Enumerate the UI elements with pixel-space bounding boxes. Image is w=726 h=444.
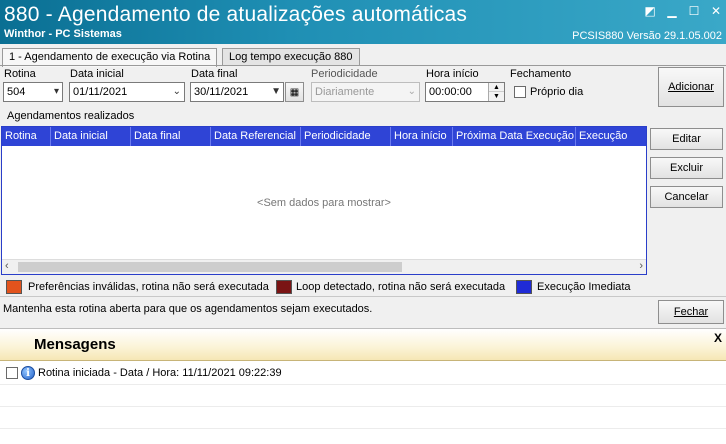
horizontal-scrollbar[interactable]: ‹ › (2, 259, 646, 274)
close-icon[interactable]: ✕ (708, 4, 724, 18)
chevron-down-icon[interactable]: ⌄ (173, 86, 181, 97)
column-header[interactable]: Rotina (2, 127, 51, 146)
messages-header: Mensagens X (0, 329, 726, 361)
data-final-value: 30/11/2021 (194, 86, 249, 98)
column-header[interactable]: Próxima Data Execução (453, 127, 576, 146)
column-header[interactable]: Data inicial (51, 127, 131, 146)
list-item[interactable]: i Rotina iniciada - Data / Hora: 11/11/2… (0, 363, 726, 385)
chevron-down-icon[interactable]: ▾ (54, 86, 59, 97)
editar-button[interactable]: Editar (650, 128, 723, 150)
chevron-down-icon: ⌄ (407, 86, 416, 97)
periodicidade-value: Diariamente (315, 86, 375, 98)
data-final-label: Data final (191, 68, 238, 80)
hora-inicio-value: 00:00:00 (429, 86, 472, 98)
proprio-dia-label: Próprio dia (530, 86, 584, 98)
fechamento-label: Fechamento (510, 68, 572, 80)
calendar-button[interactable]: ▦ (285, 82, 304, 102)
list-item (0, 385, 726, 407)
data-final-field[interactable]: 30/11/2021 ▼ (190, 82, 284, 102)
hora-spinner[interactable]: ▲ ▼ (488, 83, 504, 101)
column-header[interactable]: Data Referencial (211, 127, 301, 146)
rotina-label: Rotina (4, 68, 36, 80)
legend-label-preferencias: Preferências inválidas, rotina não será … (28, 281, 269, 293)
grid-header: Rotina Data inicial Data final Data Refe… (2, 127, 646, 146)
legend-swatch-loop (276, 280, 292, 294)
excluir-button[interactable]: Excluir (650, 157, 723, 179)
column-header[interactable]: Data final (131, 127, 211, 146)
info-icon: i (21, 366, 35, 380)
rotina-value: 504 (7, 86, 26, 98)
column-header[interactable]: Hora início (391, 127, 453, 146)
legend-label-execucao: Execução Imediata (537, 281, 631, 293)
scrollbar-thumb[interactable] (18, 262, 402, 272)
window-subtitle: Winthor - PC Sistemas (4, 28, 122, 40)
message-checkbox[interactable] (6, 367, 18, 379)
column-header[interactable]: Periodicidade (301, 127, 391, 146)
legend-swatch-preferencias (6, 280, 22, 294)
periodicidade-label: Periodicidade (311, 68, 378, 80)
calendar-icon: ▦ (289, 86, 300, 98)
status-message: Mantenha esta rotina aberta para que os … (3, 303, 373, 315)
message-text: Rotina iniciada - Data / Hora: 11/11/202… (38, 367, 282, 379)
tab-divider (0, 65, 726, 66)
scroll-left-icon[interactable]: ‹ (5, 260, 9, 272)
spin-up-icon[interactable]: ▲ (489, 83, 504, 92)
legend-label-loop: Loop detectado, rotina não será executad… (296, 281, 506, 293)
data-inicial-label: Data inicial (70, 68, 124, 80)
fechar-button[interactable]: Fechar (658, 300, 724, 324)
adicionar-button-label: Adicionar (668, 81, 714, 93)
rotina-select[interactable]: 504 ▾ (3, 82, 63, 102)
legend-swatch-execucao (516, 280, 532, 294)
scroll-right-icon[interactable]: › (639, 260, 643, 272)
proprio-dia-checkbox[interactable] (514, 86, 526, 98)
fechar-button-label: Fechar (673, 306, 709, 318)
adicionar-button[interactable]: Adicionar (658, 67, 724, 107)
column-header[interactable]: Execução (576, 127, 646, 146)
list-item (0, 429, 726, 444)
periodicidade-select: Diariamente ⌄ (311, 82, 420, 102)
spin-down-icon[interactable]: ▼ (489, 92, 504, 101)
maximize-icon[interactable]: ☐ (686, 4, 702, 18)
window-title: 880 - Agendamento de atualizações automá… (4, 3, 468, 26)
data-inicial-value: 01/11/2021 (73, 86, 128, 98)
hora-inicio-label: Hora início (426, 68, 479, 80)
window-controls: ◩ ▁ ☐ ✕ (642, 4, 724, 18)
data-inicial-field[interactable]: 01/11/2021 ⌄ (69, 82, 185, 102)
cancelar-button[interactable]: Cancelar (650, 186, 723, 208)
tab-log-tempo[interactable]: Log tempo execução 880 (222, 48, 360, 66)
close-icon[interactable]: X (714, 331, 722, 345)
title-bar: 880 - Agendamento de atualizações automá… (0, 0, 726, 44)
messages-title: Mensagens (34, 336, 116, 353)
agendamentos-grid[interactable]: Rotina Data inicial Data final Data Refe… (1, 126, 647, 275)
list-item (0, 407, 726, 429)
dropdown-arrow-icon[interactable]: ▼ (271, 86, 281, 97)
empty-grid-message: <Sem dados para mostrar> (257, 197, 391, 209)
version-label: PCSIS880 Versão 29.1.05.002 (572, 30, 722, 42)
minimize-icon[interactable]: ▁ (664, 4, 680, 18)
agendamentos-label: Agendamentos realizados (7, 110, 135, 122)
messages-panel: Mensagens X i Rotina iniciada - Data / H… (0, 328, 726, 444)
restore-icon[interactable]: ◩ (642, 4, 658, 18)
